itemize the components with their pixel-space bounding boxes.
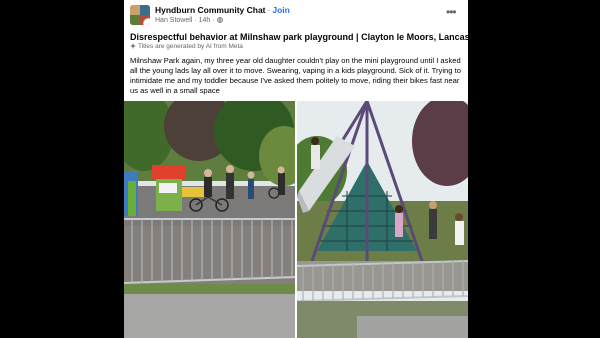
post-title: Disrespectful behavior at Milnshaw park … [130,32,468,42]
group-row: Hyndburn Community Chat · Join [155,5,290,15]
separator: · [194,17,197,24]
join-button[interactable]: Join [272,5,289,15]
more-icon[interactable]: ••• [446,5,457,19]
ai-sparkle-icon [130,43,136,49]
playground-photo-bikes[interactable] [124,101,295,338]
separator: · [212,17,215,24]
author-avatar[interactable] [143,18,150,25]
post-body: Milnshaw Park again, my three year old d… [130,56,461,95]
post-time[interactable]: 14h [199,17,211,24]
group-name-link[interactable]: Hyndburn Community Chat [155,5,266,15]
playground-photo-climbing-frame[interactable] [297,101,468,338]
globe-icon [216,17,223,23]
post-meta: Han Stowell · 14h · [155,17,223,24]
post-header: Hyndburn Community Chat · Join Han Stowell… [124,0,468,28]
ai-note-text: Titles are generated by AI from Meta [138,43,243,50]
separator: · [267,5,271,15]
ai-title-note: Titles are generated by AI from Meta [130,43,243,50]
author-name[interactable]: Han Stowell [155,17,192,24]
post-card: Hyndburn Community Chat · Join Han Stowell… [124,0,468,338]
group-avatar[interactable] [130,5,150,25]
